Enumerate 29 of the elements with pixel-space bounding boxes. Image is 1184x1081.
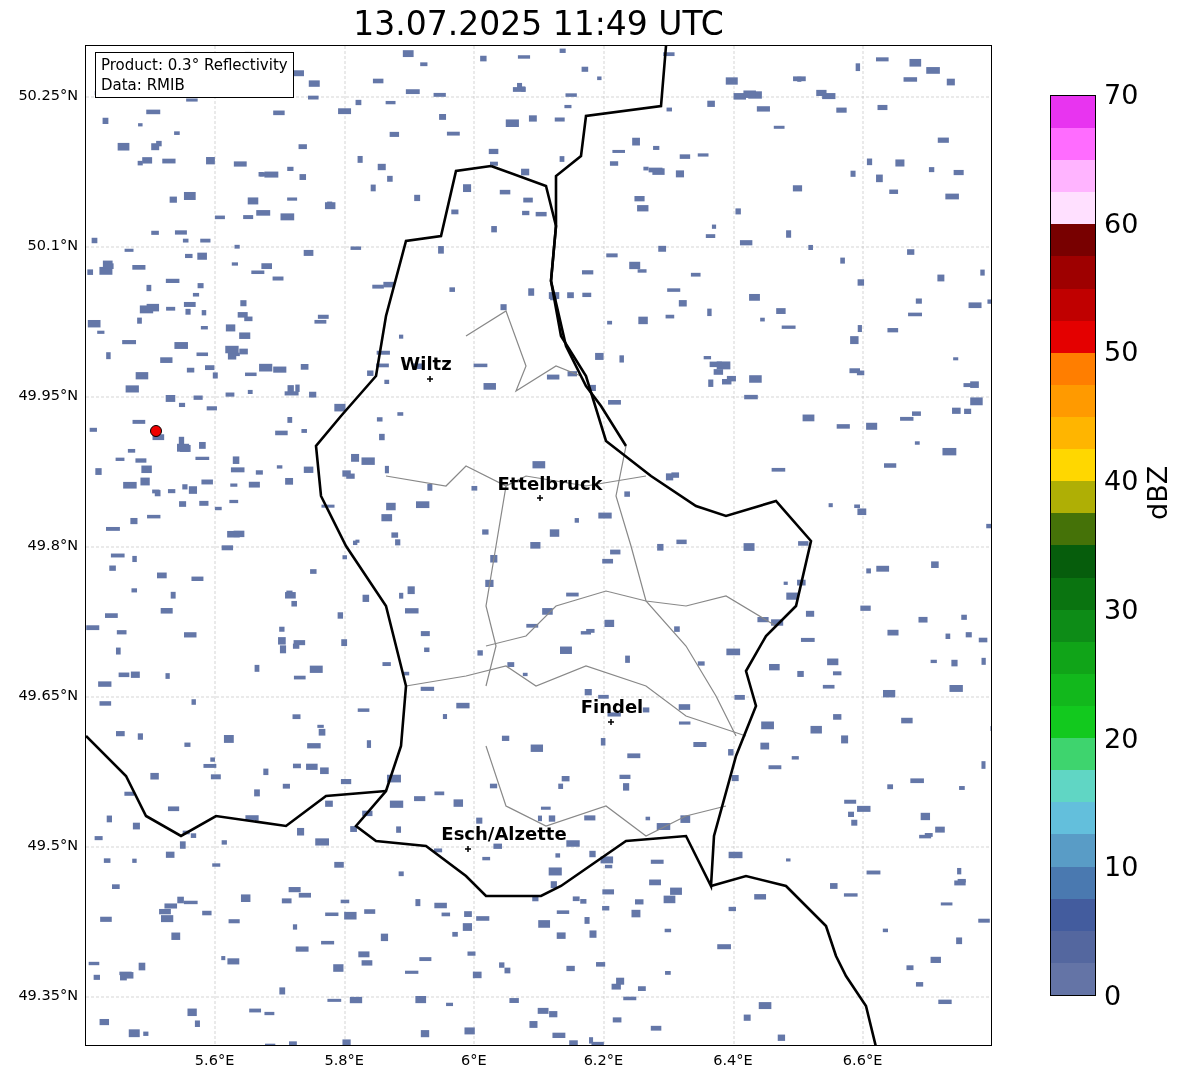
longitude-label: 6.2°E (583, 1052, 624, 1068)
latitude-label: 49.5°N (27, 837, 78, 853)
longitude-label: 5.8°E (324, 1052, 364, 1068)
colorbar-tick-label: 50 (1104, 337, 1139, 368)
colorbar-label: dBZ (1142, 465, 1173, 520)
latitude-label: 49.95°N (18, 387, 78, 403)
longitude-label: 6°E (461, 1052, 487, 1068)
colorbar-tick-label: 70 (1104, 80, 1139, 110)
city-label: Findel (580, 696, 644, 717)
colorbar-tick-label: 10 (1104, 852, 1139, 883)
info-text: Product: 0.3° Reflectivity (101, 55, 288, 75)
city-label: Wiltz (400, 353, 452, 374)
info-text: Data: RMIB (101, 75, 186, 95)
longitude-label: 6.4°E (713, 1052, 753, 1068)
colorbar-tick-label: 60 (1104, 208, 1139, 239)
latitude-label: 49.8°N (27, 537, 78, 553)
latitude-label: 49.35°N (18, 987, 78, 1003)
latitude-label: 50.1°N (27, 237, 78, 253)
longitude-label: 5.6°E (194, 1052, 235, 1068)
colorbar-tick-label: 20 (1104, 723, 1139, 754)
colorbar-tick-label: 0 (1104, 981, 1122, 1011)
colorbar-tick-label: 40 (1104, 466, 1139, 497)
longitude-label: 6.6°E (842, 1052, 883, 1068)
colorbar-tick-label: 30 (1104, 594, 1139, 625)
latitude-label: 49.65°N (18, 687, 78, 703)
city-label: Ettelbruck (497, 473, 603, 494)
city-label: Esch/Alzette (441, 823, 567, 844)
chart-title: 13.07.2025 11:49 UTC (353, 4, 724, 43)
latitude-label: 50.25°N (18, 87, 78, 103)
